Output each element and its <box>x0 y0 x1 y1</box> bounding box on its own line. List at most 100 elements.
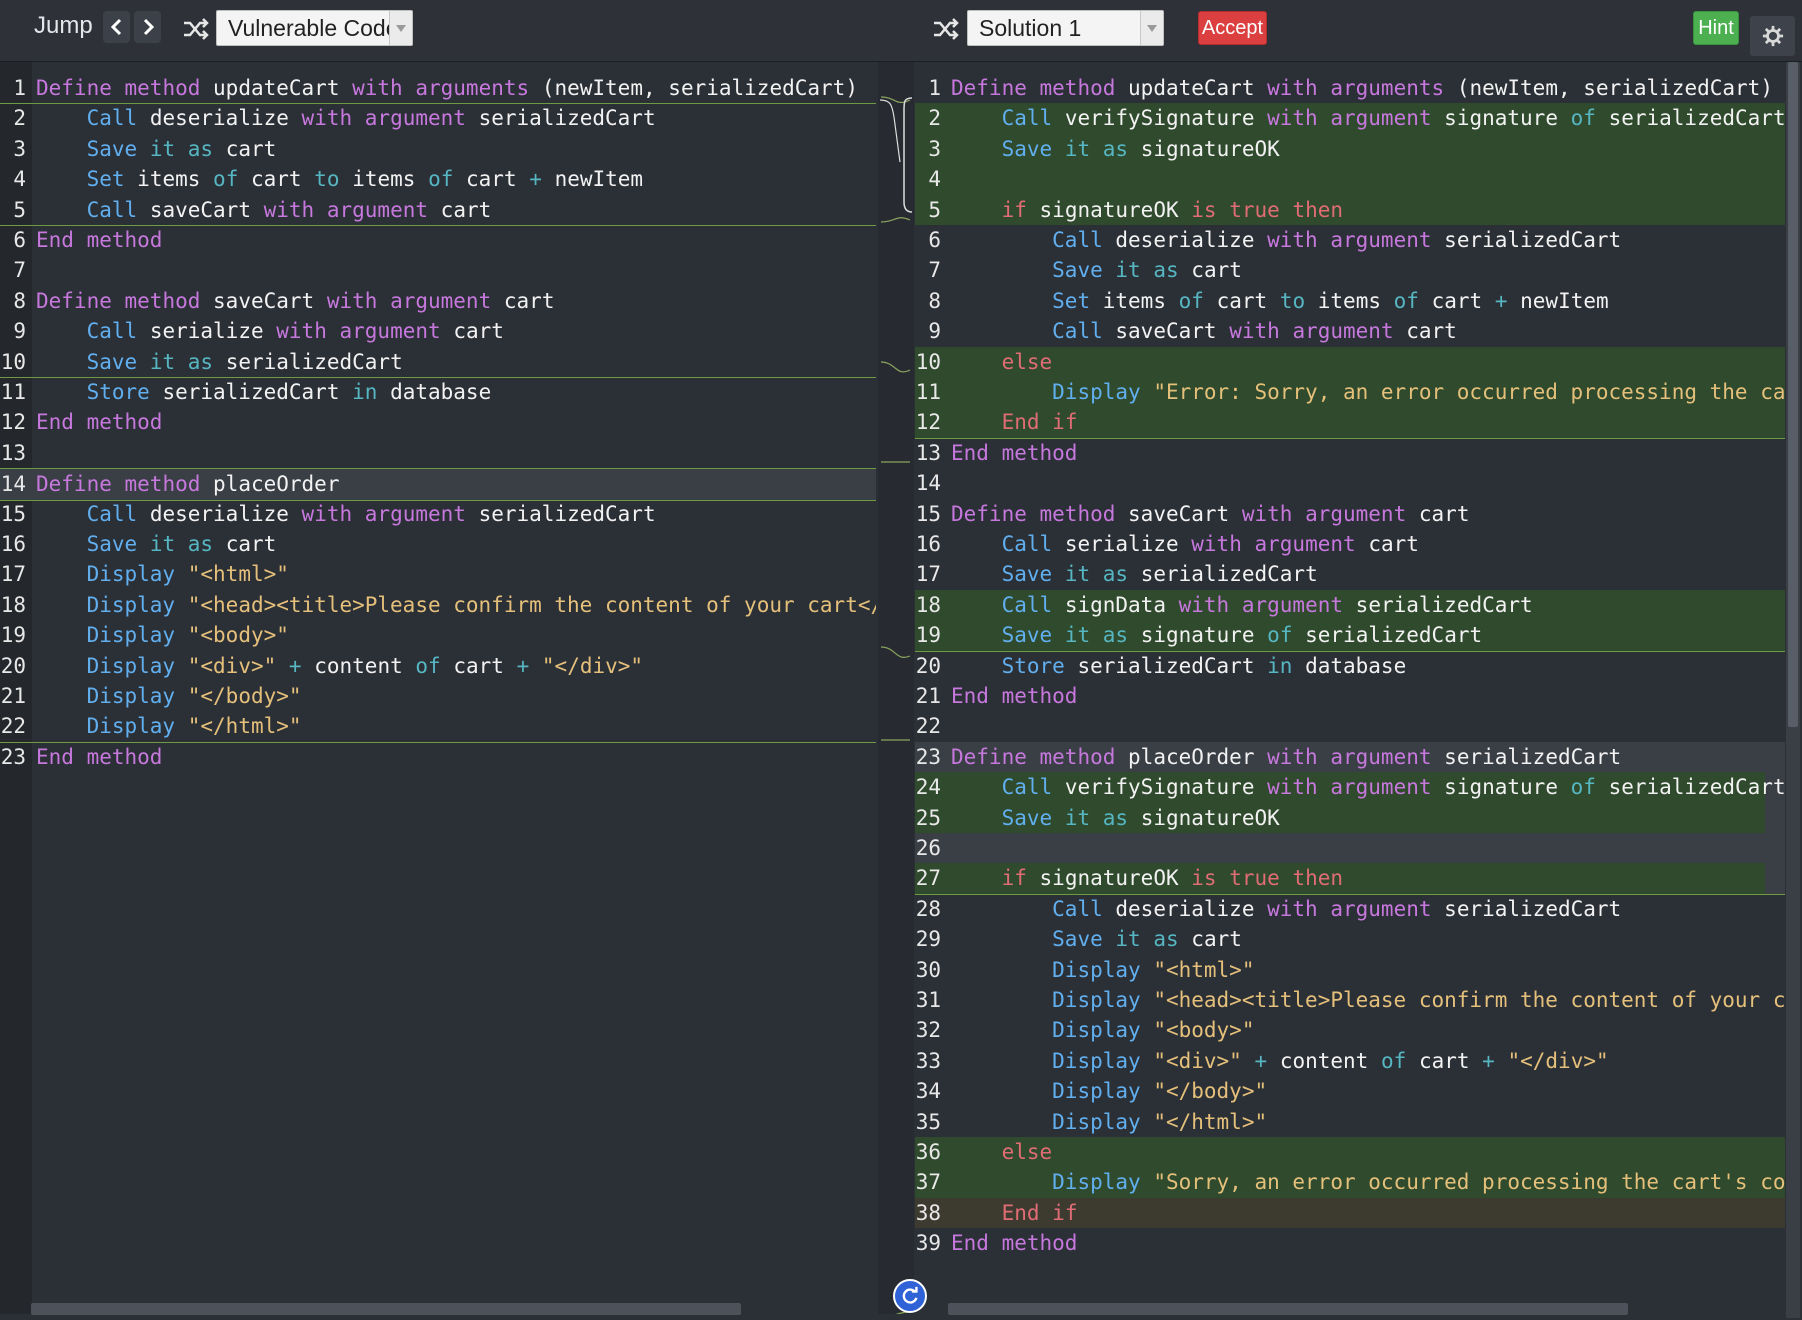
line-number: 23 <box>915 744 941 769</box>
code-text: if signatureOK is true then <box>1001 197 1344 222</box>
solution-select[interactable]: Solution 1 <box>967 10 1164 46</box>
line-number: 24 <box>915 775 941 800</box>
shuffle-icon[interactable] <box>182 15 210 43</box>
code-line: 18 Call signData with argument serialize… <box>915 589 1785 621</box>
line-number: 26 <box>915 836 941 860</box>
line-number: 33 <box>915 1048 941 1073</box>
code-text: Call deserialize with argument serialize… <box>1052 228 1622 252</box>
code-line: 32 Display "<body>" <box>915 1015 1785 1045</box>
hint-button[interactable]: Hint <box>1693 11 1739 45</box>
code-line: 21 Display "</body>" <box>0 681 876 711</box>
line-number: 9 <box>13 319 26 344</box>
line-number: 20 <box>915 653 941 678</box>
line-number: 28 <box>915 896 941 921</box>
line-number: 5 <box>928 197 941 222</box>
solution-code-editor[interactable]: 1 Define method updateCart with arguments… <box>915 62 1785 1314</box>
line-number: 12 <box>0 410 26 435</box>
code-text: End if <box>1001 410 1078 435</box>
code-line: 28 Call deserialize with argument serial… <box>915 894 1785 924</box>
code-line: 4 <box>915 164 1785 195</box>
code-line: 15 Call deserialize with argument serial… <box>0 499 876 529</box>
line-number: 6 <box>13 228 26 252</box>
dropdown-arrow-icon <box>1140 11 1163 45</box>
code-text: Define method placeOrder with argument s… <box>951 744 1622 769</box>
code-text: Call signData with argument serializedCa… <box>1001 592 1533 617</box>
line-number: 1 <box>928 76 941 100</box>
shuffle-icon[interactable] <box>932 15 960 43</box>
line-number: 5 <box>13 197 26 222</box>
line-number: 15 <box>915 501 941 526</box>
settings-button[interactable] <box>1750 16 1795 56</box>
code-version-select[interactable]: Vulnerable Code <box>216 10 413 46</box>
code-text: End if <box>1001 1200 1078 1225</box>
code-line: 3 Save it as cart <box>0 134 876 164</box>
code-text: End method <box>36 410 163 435</box>
line-number: 14 <box>0 472 26 497</box>
code-line: 11 Display "Error: Sorry, an error occur… <box>915 377 1785 408</box>
jump-label: Jump <box>34 12 93 39</box>
code-text: End method <box>36 228 163 252</box>
line-number: 16 <box>0 532 26 556</box>
code-text: Display "<html>" <box>86 562 289 587</box>
line-number: 19 <box>915 623 941 648</box>
left-horizontal-scrollbar[interactable] <box>31 1303 741 1315</box>
code-line: 38 End if <box>915 1197 1785 1229</box>
code-text: Save it as signature of serializedCart <box>1001 623 1483 648</box>
line-number: 7 <box>13 258 26 283</box>
code-text: if signatureOK is true then <box>1001 866 1344 891</box>
line-number: 21 <box>0 684 26 708</box>
code-line: 18 Display "<head><title>Please confirm … <box>0 590 876 620</box>
line-number: 15 <box>0 501 26 526</box>
code-text: Define method saveCart with argument car… <box>951 501 1470 526</box>
line-number: 6 <box>928 228 941 252</box>
code-line: 4 Set items of cart to items of cart + n… <box>0 164 876 194</box>
code-line: 23 End method <box>0 742 876 772</box>
code-text: Store serializedCart in database <box>1001 653 1407 678</box>
code-text: Define method updateCart with arguments … <box>951 76 1773 100</box>
code-line: 7 Save it as cart <box>915 255 1785 285</box>
next-button[interactable] <box>134 11 161 43</box>
previous-button[interactable] <box>103 11 130 43</box>
code-line: 20 Display "<div>" + content of cart + "… <box>0 651 876 681</box>
code-text: Display "</body>" <box>1052 1079 1268 1104</box>
line-number: 35 <box>915 1109 941 1134</box>
code-text: Save it as serializedCart <box>86 349 403 374</box>
code-text: Call verifySignature with argument signa… <box>1001 775 1785 800</box>
line-number: 1 <box>13 76 26 100</box>
line-number: 13 <box>0 440 26 465</box>
line-number: 12 <box>915 410 941 435</box>
code-text: Store serializedCart in database <box>86 380 492 404</box>
code-line: 20 Store serializedCart in database <box>915 651 1785 681</box>
code-text: Save it as cart <box>86 136 277 161</box>
code-line: 8 Define method saveCart with argument ca… <box>0 286 876 316</box>
code-line: 15 Define method saveCart with argument c… <box>915 499 1785 529</box>
right-vertical-scrollbar[interactable] <box>1786 62 1800 1318</box>
code-line: 37 Display "Sorry, an error occurred pro… <box>915 1167 1785 1198</box>
code-text: Call deserialize with argument serialize… <box>86 501 656 526</box>
line-number: 11 <box>915 380 941 404</box>
code-line: 13 End method <box>915 438 1785 468</box>
code-line: 23 Define method placeOrder with argument… <box>915 741 1785 773</box>
code-line: 2 Call verifySignature with argument sig… <box>915 103 1785 134</box>
line-number: 37 <box>915 1170 941 1195</box>
line-number: 31 <box>915 988 941 1012</box>
code-text: Save it as cart <box>1052 258 1242 283</box>
code-text: Save it as cart <box>1052 927 1242 952</box>
line-number: 38 <box>915 1200 941 1225</box>
code-text: Display "<div>" + content of cart + "</d… <box>1052 1048 1609 1073</box>
code-line: 19 Save it as signature of serializedCar… <box>915 620 1785 652</box>
code-text: Save it as cart <box>86 532 277 556</box>
line-number: 39 <box>915 1231 941 1256</box>
accept-button[interactable]: Accept <box>1198 11 1267 45</box>
line-number: 13 <box>915 440 941 465</box>
code-text: Display "<html>" <box>1052 957 1255 982</box>
code-line: 22 Display "</html>" <box>0 711 876 743</box>
right-horizontal-scrollbar[interactable] <box>948 1303 1628 1315</box>
vulnerable-code-editor[interactable]: 1 Define method updateCart with arguments… <box>0 62 876 1314</box>
chevron-left-icon <box>110 18 121 36</box>
refresh-button[interactable] <box>893 1279 927 1313</box>
code-text: Call deserialize with argument serialize… <box>1052 896 1622 921</box>
code-text: Save it as serializedCart <box>1001 562 1318 587</box>
line-number: 19 <box>0 623 26 648</box>
code-line: 5 if signatureOK is true then <box>915 194 1785 225</box>
